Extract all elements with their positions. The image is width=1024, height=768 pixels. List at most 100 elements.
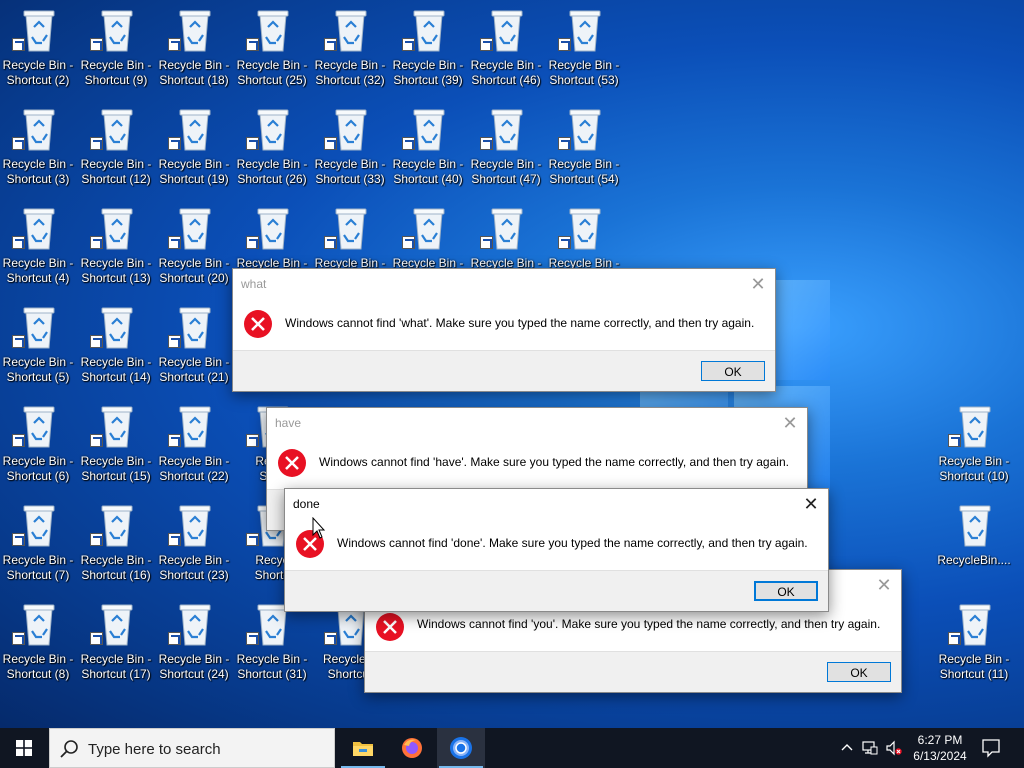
tray-network[interactable] <box>860 728 880 768</box>
icon-label: Recycle Bin - Shortcut (16) <box>80 553 152 582</box>
desktop-icon-recycle-bin-shortcut[interactable]: Recycle Bin - Shortcut (4) <box>0 198 76 288</box>
recycle-bin-icon <box>177 403 213 449</box>
desktop-icon-recycle-bin-shortcut[interactable]: Recycle Bin - Shortcut (18) <box>156 0 232 90</box>
desktop-icon-recycle-bin-shortcut[interactable]: Recycle Bin - Shortcut (39) <box>390 0 466 90</box>
start-button[interactable] <box>0 728 48 768</box>
shortcut-arrow-icon <box>948 632 961 645</box>
error-dialog-what[interactable]: what ✕ Windows cannot find 'what'. Make … <box>232 268 776 392</box>
desktop-icon-recycle-bin-shortcut[interactable]: Recycle Bin - Shortcut (47) <box>468 99 544 189</box>
shortcut-arrow-icon <box>90 236 103 249</box>
shortcut-arrow-icon <box>12 236 25 249</box>
ok-button[interactable]: OK <box>754 581 818 601</box>
icon-label: Recycle Bin - Shortcut (5) <box>2 355 74 384</box>
desktop-icon-recycle-bin-shortcut[interactable]: Recycle Bin - Shortcut (24) <box>156 594 232 684</box>
desktop-icon-recycle-bin-shortcut[interactable]: Recycle Bin - Shortcut (25) <box>234 0 310 90</box>
tray-show-hidden[interactable] <box>838 728 856 768</box>
dialog-titlebar[interactable]: done ✕ <box>285 489 828 519</box>
recycle-bin-icon <box>21 601 57 647</box>
desktop-icon-recycle-bin-shortcut[interactable]: Recycle Bin - Shortcut (11) <box>936 594 1012 684</box>
recycle-bin-icon <box>99 7 135 53</box>
icon-label: Recycle Bin - Shortcut (22) <box>158 454 230 483</box>
shortcut-arrow-icon <box>246 533 259 546</box>
desktop-icon-recycle-bin-shortcut[interactable]: Recycle Bin - Shortcut (3) <box>0 99 76 189</box>
icon-label: Recycle Bin - Shortcut (46) <box>470 58 542 87</box>
desktop-icon-recycle-bin-shortcut[interactable]: Recycle Bin - Shortcut (7) <box>0 495 76 585</box>
desktop-icon-recycle-bin-shortcut[interactable]: Recycle Bin - Shortcut (9) <box>78 0 154 90</box>
desktop-icon-recycle-bin-shortcut[interactable]: Recycle Bin - Shortcut (23) <box>156 495 232 585</box>
icon-label: Recycle Bin - Shortcut (6) <box>2 454 74 483</box>
desktop-icon-recycle-bin-shortcut[interactable]: Recycle Bin - Shortcut (21) <box>156 297 232 387</box>
desktop-icon-recycle-bin-shortcut[interactable]: Recycle Bin - Shortcut (17) <box>78 594 154 684</box>
desktop-icon-recycle-bin-shortcut[interactable]: Recycle Bin - Shortcut (46) <box>468 0 544 90</box>
desktop-icon-recycle-bin-shortcut[interactable]: Recycle Bin - Shortcut (10) <box>936 396 1012 486</box>
close-icon[interactable]: ✕ <box>800 493 822 515</box>
desktop-icon-recycle-bin-shortcut[interactable]: Recycle Bin - Shortcut (13) <box>78 198 154 288</box>
icon-label: Recycle Bin - Shortcut (53) <box>548 58 620 87</box>
ok-button[interactable]: OK <box>701 361 765 381</box>
taskbar-search-box[interactable]: Type here to search <box>49 728 335 768</box>
close-icon[interactable]: ✕ <box>779 412 801 434</box>
chevron-up-icon <box>841 744 853 751</box>
icon-label: Recycle Bin - Shortcut (12) <box>80 157 152 186</box>
taskbar-clock[interactable]: 6:27 PM 6/13/2024 <box>900 732 980 764</box>
shortcut-arrow-icon <box>90 533 103 546</box>
close-icon[interactable]: ✕ <box>873 574 895 596</box>
taskbar: Type here to search 6:27 PM 6/13/2024 <box>0 728 1024 768</box>
desktop-icon-recycle-bin-shortcut[interactable]: Recycle Bin - Shortcut (2) <box>0 0 76 90</box>
desktop-icon-recycle-bin-shortcut[interactable]: Recycle Bin - Shortcut (6) <box>0 396 76 486</box>
desktop-icon-recycle-bin-shortcut[interactable]: Recycle Bin - Shortcut (26) <box>234 99 310 189</box>
shortcut-arrow-icon <box>168 236 181 249</box>
desktop-icon-recycle-bin-shortcut[interactable]: Recycle Bin - Shortcut (32) <box>312 0 388 90</box>
shortcut-arrow-icon <box>246 434 259 447</box>
icon-label: RecycleBin.... <box>937 553 1011 567</box>
dialog-titlebar[interactable]: what ✕ <box>233 269 775 299</box>
error-icon <box>376 613 404 641</box>
desktop-icon-recycle-bin-shortcut[interactable]: Recycle Bin - Shortcut (8) <box>0 594 76 684</box>
shortcut-arrow-icon <box>480 38 493 51</box>
recycle-bin-icon <box>489 106 525 152</box>
recycle-bin-icon <box>99 205 135 251</box>
desktop-icon-recycle-bin-shortcut[interactable]: Recycle Bin - Shortcut (54) <box>546 99 622 189</box>
icon-label: Recycle Bin - Shortcut (13) <box>80 256 152 285</box>
chrome-icon <box>450 737 472 759</box>
taskbar-app-firefox[interactable] <box>388 728 436 768</box>
desktop-icon-recycle-bin-shortcut[interactable]: Recycle Bin - Shortcut (16) <box>78 495 154 585</box>
desktop-icon-recycle-bin-shortcut[interactable]: Recycle Bin - Shortcut (19) <box>156 99 232 189</box>
desktop-icon-recycle-bin-shortcut[interactable]: Recycle Bin - Shortcut (22) <box>156 396 232 486</box>
shortcut-arrow-icon <box>12 632 25 645</box>
error-dialog-done[interactable]: done ✕ Windows cannot find 'done'. Make … <box>284 488 829 612</box>
shortcut-arrow-icon <box>168 137 181 150</box>
dialog-titlebar[interactable]: have ✕ <box>267 408 807 438</box>
recycle-bin-icon <box>255 7 291 53</box>
taskbar-app-file-explorer[interactable] <box>339 728 387 768</box>
desktop-icon-recycle-bin-shortcut[interactable]: Recycle Bin - Shortcut (12) <box>78 99 154 189</box>
error-icon <box>244 310 272 338</box>
desktop-icon-recycle-bin-shortcut[interactable]: Recycle Bin - Shortcut (20) <box>156 198 232 288</box>
desktop-icon-recycle-bin-shortcut[interactable]: Recycle Bin - Shortcut (5) <box>0 297 76 387</box>
recycle-bin-icon <box>21 205 57 251</box>
icon-label: Recycle Bin - Shortcut (9) <box>80 58 152 87</box>
dialog-footer: OK <box>365 651 901 692</box>
shortcut-arrow-icon <box>90 38 103 51</box>
icon-label: Recycle Bin - Shortcut (19) <box>158 157 230 186</box>
recycle-bin-icon <box>567 106 603 152</box>
close-icon[interactable]: ✕ <box>747 273 769 295</box>
recycle-bin-icon <box>177 502 213 548</box>
desktop-icon-recycle-bin-shortcut[interactable]: Recycle Bin - Shortcut (14) <box>78 297 154 387</box>
ok-button[interactable]: OK <box>827 662 891 682</box>
recycle-bin-icon <box>255 205 291 251</box>
desktop-icon-recycle-bin-shortcut[interactable]: Recycle Bin - Shortcut (40) <box>390 99 466 189</box>
desktop-icon-recycle-bin[interactable]: RecycleBin.... <box>936 495 1012 585</box>
shortcut-arrow-icon <box>168 632 181 645</box>
recycle-bin-icon <box>21 106 57 152</box>
desktop-icon-recycle-bin-shortcut[interactable]: Recycle Bin - Shortcut (15) <box>78 396 154 486</box>
icon-label: Recycle Bin - Shortcut (21) <box>158 355 230 384</box>
shortcut-arrow-icon <box>168 434 181 447</box>
desktop-icon-recycle-bin-shortcut[interactable]: Recycle Bin - Shortcut (33) <box>312 99 388 189</box>
notification-center-icon[interactable] <box>980 738 1002 758</box>
recycle-bin-icon <box>177 205 213 251</box>
recycle-bin-icon <box>333 205 369 251</box>
taskbar-app-chrome[interactable] <box>437 728 485 768</box>
desktop-icon-recycle-bin-shortcut[interactable]: Recycle Bin - Shortcut (53) <box>546 0 622 90</box>
shortcut-arrow-icon <box>558 236 571 249</box>
